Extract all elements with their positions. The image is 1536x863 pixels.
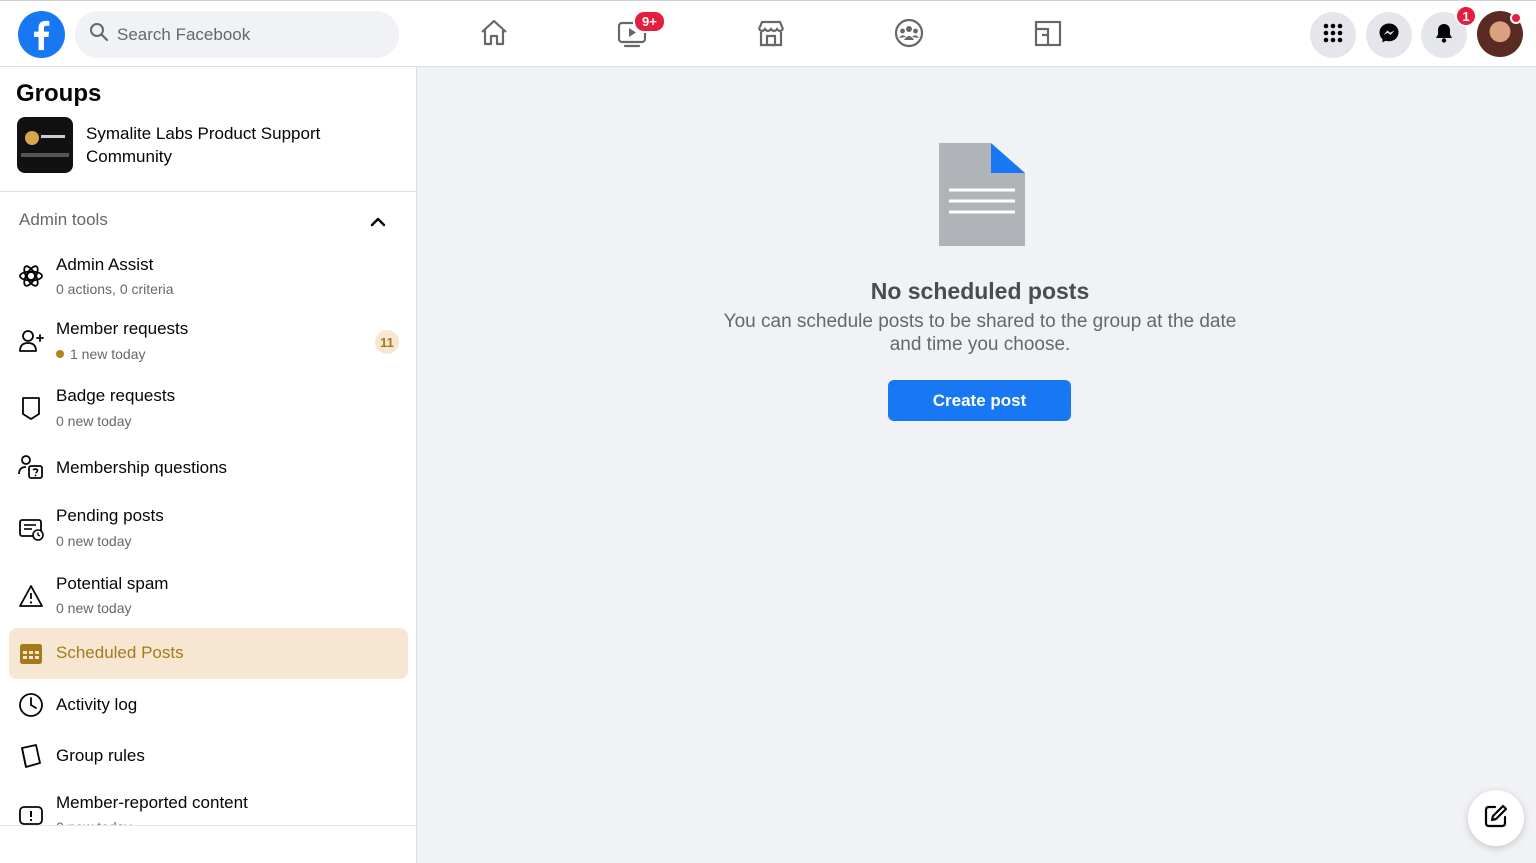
- sidebar-footer: [0, 825, 416, 863]
- nav-watch[interactable]: 9+: [608, 10, 666, 57]
- grid-menu-icon: [1322, 22, 1344, 49]
- nav-groups[interactable]: [885, 13, 933, 57]
- member-requests-icon: [18, 328, 44, 354]
- create-post-button[interactable]: Create post: [888, 380, 1071, 421]
- sidebar-item-sub: 0 new today: [56, 600, 132, 616]
- divider: [0, 191, 416, 192]
- new-message-button[interactable]: [1468, 790, 1524, 846]
- nav-gaming[interactable]: [1024, 13, 1072, 57]
- group-name[interactable]: Symalite Labs Product Support Community: [86, 122, 386, 168]
- calendar-icon: [18, 641, 44, 667]
- sidebar-item-label: Pending posts: [56, 506, 164, 525]
- sidebar-item-sub: 0 actions, 0 criteria: [56, 281, 174, 297]
- top-bar: 9+ 1: [0, 0, 1536, 67]
- sidebar-item-label: Membership questions: [56, 458, 228, 477]
- sidebar-title: Groups: [16, 80, 102, 107]
- home-icon: [478, 17, 510, 54]
- empty-state-text: You can schedule posts to be shared to t…: [723, 311, 1237, 355]
- sidebar-item-admin-assist[interactable]: Admin Assist 0 actions, 0 criteria: [9, 247, 408, 305]
- chevron-up-icon[interactable]: [367, 211, 389, 233]
- empty-state-title: No scheduled posts: [870, 278, 1090, 304]
- bell-icon: [1433, 22, 1455, 49]
- search-box[interactable]: [75, 11, 399, 58]
- sidebar-item-membership-questions[interactable]: Membership questions: [9, 442, 408, 492]
- badge-icon: [18, 395, 44, 421]
- sidebar-item-label: Potential spam: [56, 574, 169, 593]
- sidebar-item-sub: 0 new today: [56, 533, 132, 549]
- group-thumbnail[interactable]: [17, 117, 73, 173]
- clock-icon: [18, 692, 44, 718]
- sidebar-item-member-requests[interactable]: Member requests 1 new today 11: [9, 310, 408, 372]
- section-header[interactable]: Admin tools: [19, 210, 108, 230]
- sidebar-item-label: Scheduled Posts: [56, 643, 184, 662]
- compose-icon: [1483, 803, 1509, 834]
- menu-button[interactable]: [1310, 12, 1356, 58]
- sidebar-item-badge-requests[interactable]: Badge requests 0 new today: [9, 377, 408, 437]
- messenger-icon: [1378, 22, 1400, 49]
- sidebar-item-label: Member requests: [56, 319, 189, 338]
- membership-questions-icon: [18, 454, 44, 480]
- sidebar-item-pending-posts[interactable]: Pending posts 0 new today: [9, 497, 408, 557]
- new-dot-icon: [56, 350, 64, 358]
- nav-marketplace[interactable]: [747, 13, 795, 57]
- search-icon: [89, 22, 109, 47]
- nav-home[interactable]: [470, 13, 518, 57]
- watch-badge: 9+: [633, 10, 666, 33]
- facebook-logo-icon[interactable]: [18, 11, 65, 58]
- notifications-button[interactable]: 1: [1421, 5, 1477, 58]
- marketplace-icon: [755, 17, 787, 54]
- document-icon: [939, 143, 1025, 246]
- warning-icon: [18, 583, 44, 609]
- sidebar-item-label: Admin Assist: [56, 255, 154, 274]
- sidebar-item-activity-log[interactable]: Activity log: [9, 681, 408, 729]
- sidebar-item-group-rules[interactable]: Group rules: [9, 732, 408, 780]
- gaming-icon: [1032, 17, 1064, 54]
- search-input[interactable]: [117, 24, 377, 45]
- sidebar-item-potential-spam[interactable]: Potential spam 0 new today: [9, 564, 408, 624]
- count-badge: 11: [375, 330, 399, 354]
- sidebar-item-sub: 0 new today: [56, 413, 132, 429]
- sidebar-item-label: Activity log: [56, 695, 138, 714]
- book-icon: [18, 743, 44, 769]
- sidebar-item-label: Member-reported content: [56, 793, 248, 812]
- sidebar: Groups Symalite Labs Product Support Com…: [0, 67, 417, 863]
- notifications-badge: 1: [1455, 5, 1477, 27]
- sidebar-item-label: Badge requests: [56, 386, 176, 405]
- admin-assist-icon: [18, 263, 44, 289]
- sidebar-item-sub: 1 new today: [56, 346, 146, 362]
- messenger-button[interactable]: [1366, 12, 1412, 58]
- sidebar-item-label: Group rules: [56, 746, 145, 765]
- sidebar-item-scheduled-posts[interactable]: Scheduled Posts: [9, 628, 408, 679]
- groups-icon: [893, 17, 925, 54]
- pending-posts-icon: [18, 516, 44, 542]
- status-dot: [1510, 12, 1522, 24]
